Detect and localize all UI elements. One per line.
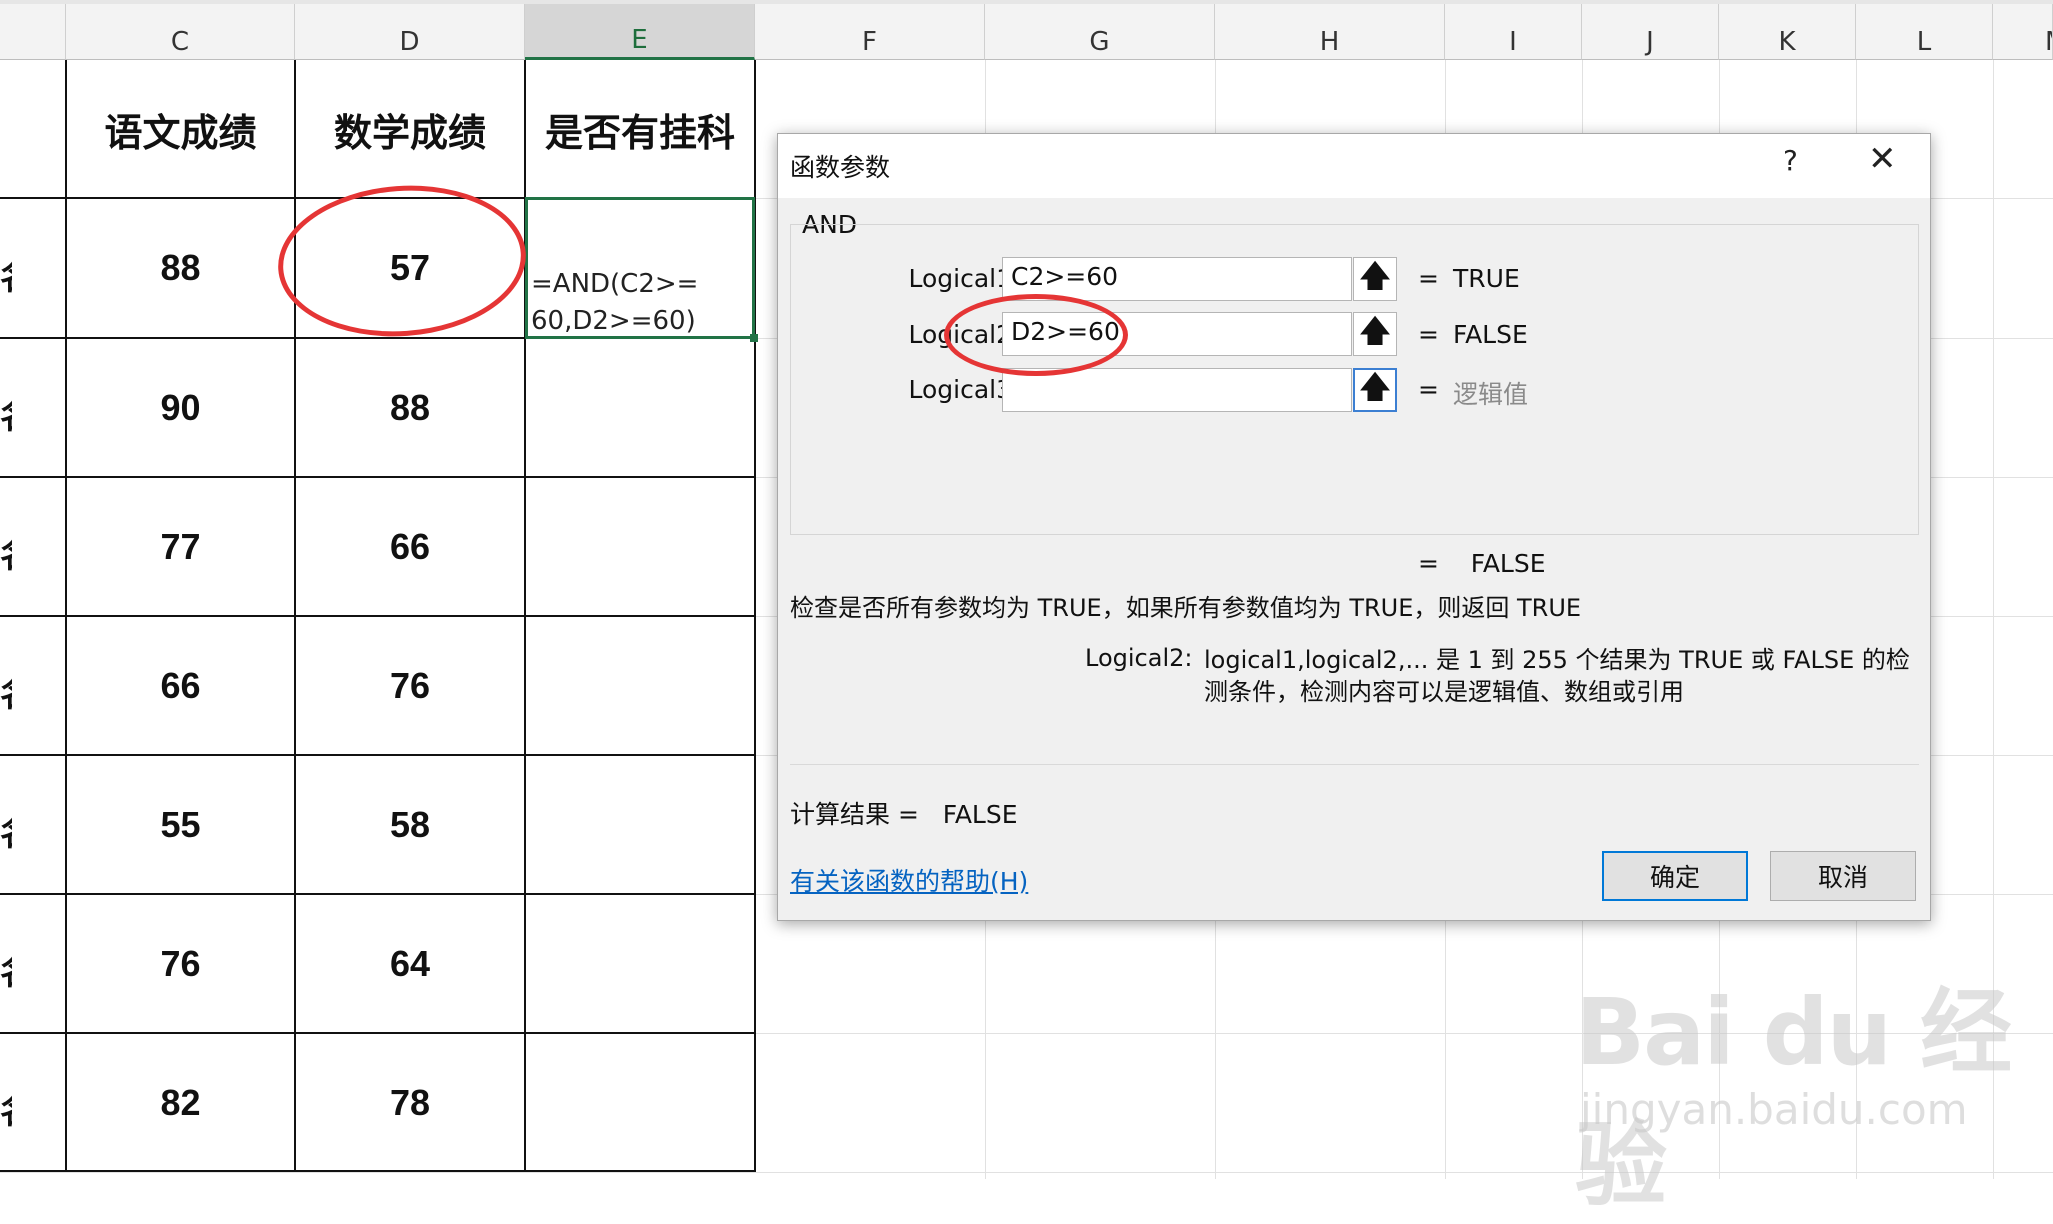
column-header-j[interactable]: J xyxy=(1582,4,1719,60)
equals-sign: = xyxy=(1418,320,1439,349)
help-icon[interactable]: ? xyxy=(1783,144,1798,177)
arg-label-logical3: Logical3 xyxy=(908,375,1012,404)
cell-chinese[interactable]: 90 xyxy=(66,338,295,477)
formula-line-2: 60,D2>=60) xyxy=(531,306,696,336)
cell-math[interactable]: 66 xyxy=(295,477,525,616)
collapse-arrow-icon[interactable]: 🡅 xyxy=(1353,368,1397,412)
column-header-f[interactable]: F xyxy=(755,4,985,60)
column-header-i[interactable]: I xyxy=(1445,4,1582,60)
equals-sign: = xyxy=(1418,549,1439,578)
cell-math[interactable]: 64 xyxy=(295,894,525,1033)
cell-chinese[interactable]: 88 xyxy=(66,198,295,338)
dialog-titlebar[interactable] xyxy=(778,134,1930,198)
cell-math[interactable]: 76 xyxy=(295,616,525,755)
arg-result-logical3: 逻辑值 xyxy=(1453,380,1529,409)
row-name-cell[interactable]: 名 xyxy=(0,389,12,438)
calculation-result: 计算结果 = FALSE xyxy=(790,795,1018,831)
column-header-partial[interactable] xyxy=(0,4,66,60)
cell-chinese[interactable]: 76 xyxy=(66,894,295,1033)
function-help-link[interactable]: 有关该函数的帮助(H) xyxy=(790,862,1028,898)
column-header-m[interactable]: M xyxy=(1993,4,2053,60)
row-name-cell[interactable]: 名 xyxy=(0,528,12,577)
calc-value: FALSE xyxy=(942,800,1018,829)
header-has-failed[interactable]: 是否有挂科 xyxy=(525,60,755,198)
cell-chinese[interactable]: 77 xyxy=(66,477,295,616)
arg-label-logical1: Logical1 xyxy=(908,264,1012,293)
total-result: FALSE xyxy=(1470,549,1546,578)
header-math-score[interactable]: 数学成绩 xyxy=(295,60,525,198)
formula-line-1: =AND(C2>= xyxy=(531,269,699,299)
close-icon[interactable]: ✕ xyxy=(1868,142,1897,176)
arg-result-logical2: FALSE xyxy=(1453,320,1528,349)
cell-math[interactable]: 58 xyxy=(295,755,525,894)
cell-math[interactable]: 88 xyxy=(295,338,525,477)
row-name-cell[interactable]: 名 xyxy=(0,667,12,716)
row-name-cell[interactable]: 名 xyxy=(0,945,12,994)
ok-button[interactable]: 确定 xyxy=(1602,851,1748,901)
column-header-g[interactable]: G xyxy=(985,4,1215,60)
column-header-l[interactable]: L xyxy=(1856,4,1993,60)
cell-chinese[interactable]: 55 xyxy=(66,755,295,894)
cell-chinese[interactable]: 66 xyxy=(66,616,295,755)
function-arguments-dialog: 函数参数 ? ✕ AND Logical1 C2>=60 🡅 = TRUE Lo… xyxy=(777,133,1931,921)
function-description: 检查是否所有参数均为 TRUE，如果所有参数值均为 TRUE，则返回 TRUE xyxy=(790,594,1582,622)
column-header-c[interactable]: C xyxy=(66,4,295,60)
column-header-h[interactable]: H xyxy=(1215,4,1445,60)
column-header-k[interactable]: K xyxy=(1719,4,1856,60)
dialog-title: 函数参数 xyxy=(790,153,891,182)
collapse-arrow-icon[interactable]: 🡅 xyxy=(1353,312,1397,356)
formula-total: = FALSE xyxy=(1418,549,1546,578)
equals-sign: = xyxy=(1418,264,1439,293)
calc-label: 计算结果 = xyxy=(790,800,919,829)
arg-description-label: Logical2: xyxy=(1085,644,1193,672)
equals-sign: = xyxy=(1418,375,1439,404)
header-chinese-score[interactable]: 语文成绩 xyxy=(66,60,295,198)
collapse-arrow-icon[interactable]: 🡅 xyxy=(1353,257,1397,301)
baidu-watermark-url: jingyan.baidu.com xyxy=(1580,1085,1968,1134)
row-name-cell[interactable]: 名 xyxy=(0,806,12,855)
cell-math[interactable]: 78 xyxy=(295,1033,525,1172)
arg-description-text: logical1,logical2,... 是 1 到 255 个结果为 TRU… xyxy=(1204,646,1910,706)
divider xyxy=(790,764,1919,765)
column-header-e[interactable]: E xyxy=(525,4,755,60)
cell-formula: =AND(C2>= 60,D2>=60) xyxy=(531,266,753,340)
column-header-d[interactable]: D xyxy=(295,4,525,60)
annotation-circle xyxy=(944,294,1128,376)
arg-result-logical1: TRUE xyxy=(1453,264,1520,293)
row-name-cell[interactable]: 名 xyxy=(0,250,12,299)
cancel-button[interactable]: 取消 xyxy=(1770,851,1916,901)
cell-chinese[interactable]: 82 xyxy=(66,1033,295,1172)
row-name-cell[interactable]: 名 xyxy=(0,1084,12,1133)
